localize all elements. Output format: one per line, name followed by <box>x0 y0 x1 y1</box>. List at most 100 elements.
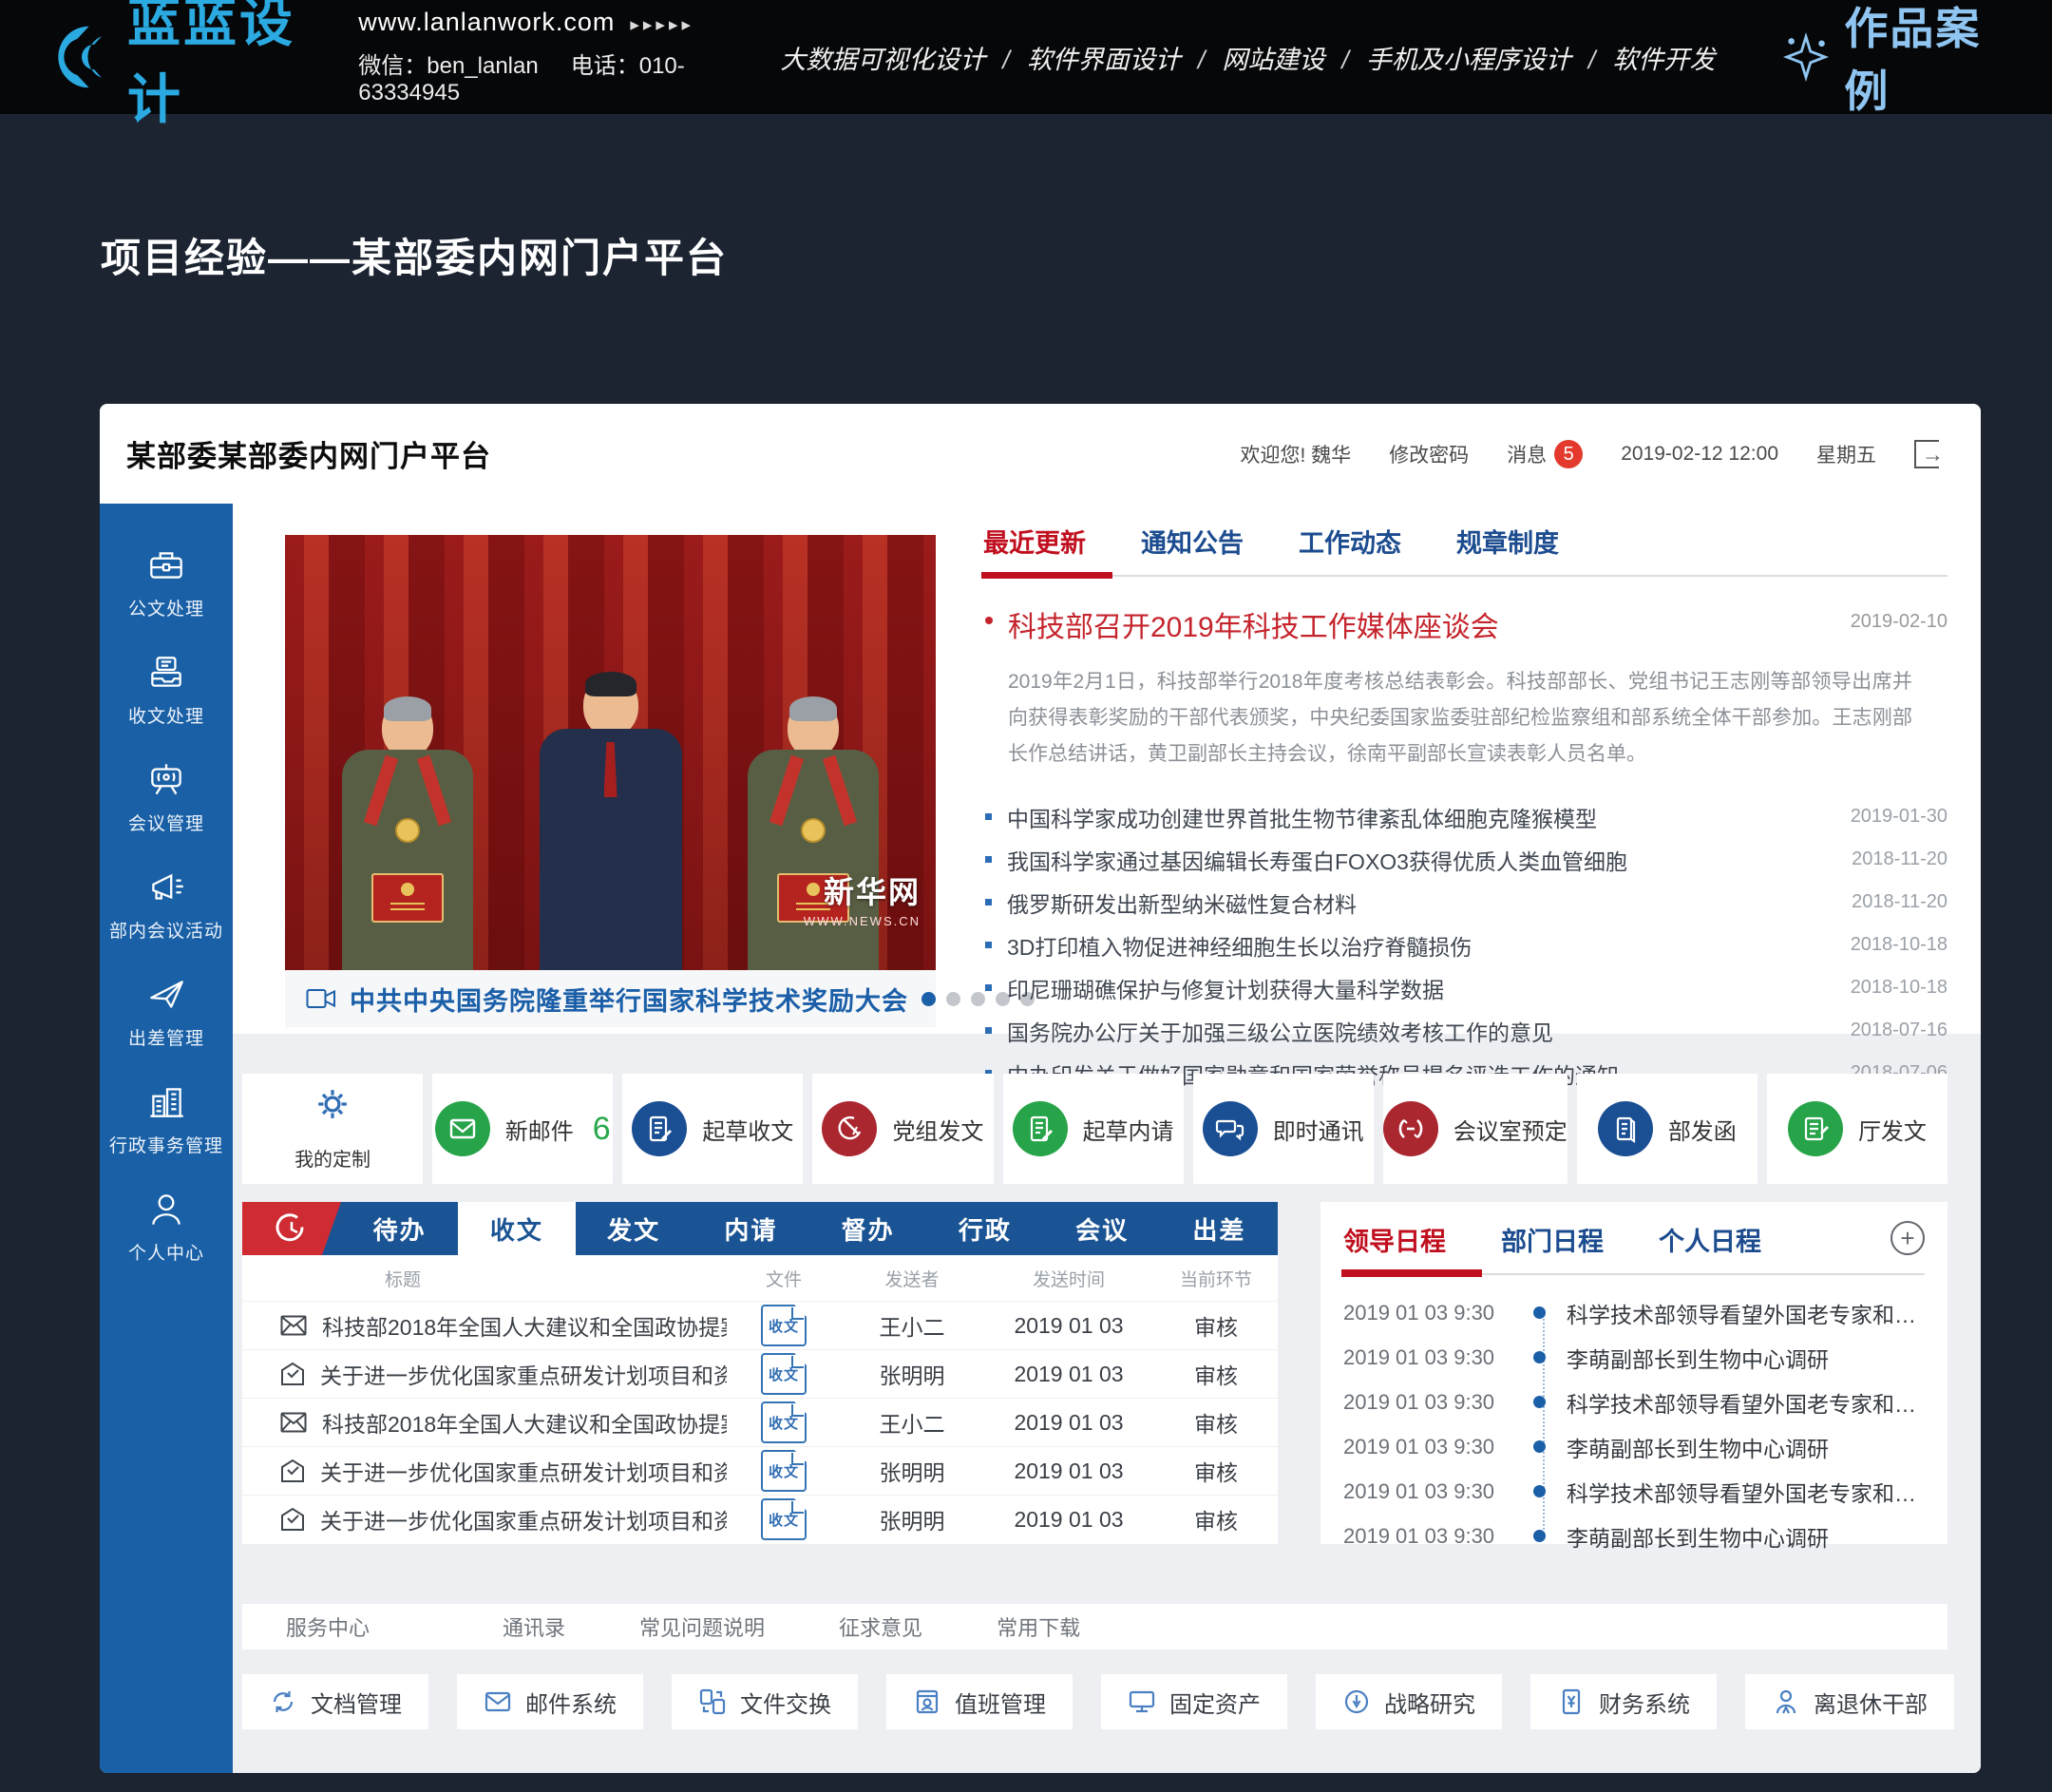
app-finance-system[interactable]: 财务系统 <box>1530 1674 1717 1729</box>
mail-open-icon <box>280 1458 305 1483</box>
site-nav-item[interactable]: 大数据可视化设计 <box>780 39 1027 76</box>
news-item-date: 2019-01-30 <box>1851 806 1948 828</box>
schedule-item[interactable]: 2019 01 03 9:30 李萌副部长到生物中心调研 <box>1343 1335 1925 1380</box>
messages-link[interactable]: 消息5 <box>1507 440 1583 468</box>
tab-personal-schedule[interactable]: 个人日程 <box>1659 1221 1761 1273</box>
news-item-title[interactable]: 国务院办公厅关于加强三级公立医院绩效考核工作的意见 <box>1007 1015 1832 1047</box>
featured-article: 科技部召开2019年科技工作媒体座谈会 2019-02-10 <box>983 603 1948 645</box>
news-item-title[interactable]: 我国科学家通过基因编辑长寿蛋白FOXO3获得优质人类血管细胞 <box>1007 844 1833 876</box>
shortcut-draft-internal[interactable]: 起草内请 <box>1003 1074 1184 1184</box>
site-nav-item[interactable]: 网站建设 <box>1222 39 1366 76</box>
tab-work-trends[interactable]: 工作动态 <box>1299 523 1401 575</box>
todo-table-row[interactable]: 科技部2018年全国人大建议和全国政协提案办理情况 收文 王小二 2019 01… <box>242 1301 1278 1349</box>
carousel-caption[interactable]: 中共中央国务院隆重举行国家科学技术奖励大会 <box>350 981 908 1018</box>
shortcut-meeting-room-booking[interactable]: 会议室预定 <box>1383 1074 1568 1184</box>
app-fixed-assets[interactable]: 固定资产 <box>1101 1674 1287 1729</box>
schedule-item[interactable]: 2019 01 03 9:30 李萌副部长到生物中心调研 <box>1343 1514 1925 1558</box>
site-nav-item[interactable]: 手机及小程序设计 <box>1366 39 1613 76</box>
logout-icon[interactable] <box>1914 440 1939 468</box>
todo-tab-pending[interactable]: 待办 <box>341 1202 458 1255</box>
tab-department-schedule[interactable]: 部门日程 <box>1501 1221 1604 1273</box>
app-retired-cadres[interactable]: 离退休干部 <box>1745 1674 1954 1729</box>
carousel-dot[interactable] <box>946 992 960 1006</box>
todo-tab-meeting[interactable]: 会议 <box>1044 1202 1161 1255</box>
app-file-exchange[interactable]: 文件交换 <box>672 1674 858 1729</box>
carousel-photo-award-ceremony[interactable]: 新华网 WWW.NEWS.CN <box>285 535 936 970</box>
add-schedule-icon[interactable]: + <box>1890 1221 1925 1255</box>
schedule-item-time: 2019 01 03 9:30 <box>1343 1524 1533 1549</box>
service-link[interactable]: 通讯录 <box>503 1611 565 1642</box>
todo-tab-incoming[interactable]: 收文 <box>458 1202 575 1255</box>
app-document-mgmt[interactable]: 文档管理 <box>242 1674 428 1729</box>
tab-recent-updates[interactable]: 最近更新 <box>983 523 1086 575</box>
todo-tab-supervise[interactable]: 督办 <box>809 1202 926 1255</box>
featured-title[interactable]: 科技部召开2019年科技工作媒体座谈会 <box>1008 603 1851 645</box>
schedule-item-text[interactable]: 李萌副部长到生物中心调研 <box>1567 1520 1829 1553</box>
app-duty-mgmt[interactable]: 值班管理 <box>886 1674 1073 1729</box>
news-list-item[interactable]: 3D打印植入物促进神经细胞生长以治疗脊髓损伤 2018-10-18 <box>983 924 1948 966</box>
news-item-title[interactable]: 中国科学家成功创建世界首批生物节律紊乱体细胞克隆猴模型 <box>1007 801 1832 833</box>
news-item-date: 2018-07-16 <box>1851 1020 1948 1041</box>
service-link[interactable]: 服务中心 <box>286 1611 370 1642</box>
schedule-item[interactable]: 2019 01 03 9:30 科学技术部领导看望外国老专家和外国老专家家属 <box>1343 1469 1925 1514</box>
todo-tab-outgoing[interactable]: 发文 <box>576 1202 693 1255</box>
change-password-link[interactable]: 修改密码 <box>1389 440 1469 468</box>
sidebar-item-admin-affairs[interactable]: 行政事务管理 <box>109 1080 223 1157</box>
carousel-dot[interactable] <box>922 992 936 1006</box>
todo-tab-internal[interactable]: 内请 <box>693 1202 809 1255</box>
service-link[interactable]: 常用下载 <box>997 1611 1080 1642</box>
sidebar-item-incoming-docs[interactable]: 收文处理 <box>128 651 204 728</box>
photo-figure-center <box>540 674 682 970</box>
shortcut-my-customization[interactable]: 我的定制 <box>242 1074 423 1184</box>
site-nav-item[interactable]: 软件开发 <box>1612 39 1715 76</box>
news-item-title[interactable]: 3D打印植入物促进神经细胞生长以治疗脊髓损伤 <box>1007 929 1832 962</box>
logo[interactable]: 蓝蓝设计 <box>46 0 326 134</box>
schedule-item-text[interactable]: 李萌副部长到生物中心调研 <box>1567 1342 1829 1374</box>
news-list-item[interactable]: 我国科学家通过基因编辑长寿蛋白FOXO3获得优质人类血管细胞 2018-11-2… <box>983 838 1948 881</box>
news-list-item[interactable]: 国务院办公厅关于加强三级公立医院绩效考核工作的意见 2018-07-16 <box>983 1009 1948 1052</box>
site-nav-item[interactable]: 软件界面设计 <box>1027 39 1223 76</box>
news-list-item[interactable]: 印尼珊瑚礁保护与修复计划获得大量科学数据 2018-10-18 <box>983 966 1948 1009</box>
shortcut-new-mail[interactable]: 新邮件 6 <box>432 1074 613 1184</box>
todo-table-row[interactable]: 关于进一步优化国家重点研发计划项目和资金管理的通知 收文 张明明 2019 01… <box>242 1349 1278 1398</box>
todo-table-row[interactable]: 关于进一步优化国家重点研发计划项目和资金管理的通知 收文 张明明 2019 01… <box>242 1495 1278 1543</box>
news-list-item[interactable]: 中国科学家成功创建世界首批生物节律紊乱体细胞克隆猴模型 2019-01-30 <box>983 795 1948 838</box>
schedule-item[interactable]: 2019 01 03 9:30 科学技术部领导看望外国老专家和外国老专家家属 <box>1343 1290 1925 1335</box>
schedule-item-text[interactable]: 科学技术部领导看望外国老专家和外国老专家家属 <box>1567 1476 1925 1508</box>
schedule-item[interactable]: 2019 01 03 9:30 科学技术部领导看望外国老专家和外国老专家家属 <box>1343 1380 1925 1424</box>
sidebar-item-internal-meetings[interactable]: 部内会议活动 <box>109 866 223 943</box>
shortcut-draft-incoming[interactable]: 起草收文 <box>622 1074 803 1184</box>
tab-leader-schedule[interactable]: 领导日程 <box>1343 1221 1446 1273</box>
doc-pen-icon <box>1788 1101 1843 1156</box>
tab-rules[interactable]: 规章制度 <box>1456 523 1559 575</box>
building-icon <box>144 1080 188 1124</box>
news-list-item[interactable]: 俄罗斯研发出新型纳米磁性复合材料 2018-11-20 <box>983 881 1948 924</box>
news-item-title[interactable]: 俄罗斯研发出新型纳米磁性复合材料 <box>1007 886 1833 919</box>
todo-table-row[interactable]: 关于进一步优化国家重点研发计划项目和资金管理的通知 收文 张明明 2019 01… <box>242 1446 1278 1495</box>
site-url[interactable]: www.lanlanwork.com <box>358 8 615 36</box>
todo-tab-trip[interactable]: 出差 <box>1161 1202 1278 1255</box>
sidebar-item-business-trip[interactable]: 出差管理 <box>128 973 204 1050</box>
service-link[interactable]: 常见问题说明 <box>639 1611 765 1642</box>
schedule-item-text[interactable]: 科学技术部领导看望外国老专家和外国老专家家属 <box>1567 1386 1925 1419</box>
incoming-doc-badge: 收文 <box>761 1353 807 1395</box>
shortcut-party-docs[interactable]: 党组发文 <box>812 1074 993 1184</box>
todo-tab-admin[interactable]: 行政 <box>926 1202 1043 1255</box>
sidebar-item-personal-center[interactable]: 个人中心 <box>128 1188 204 1265</box>
shortcut-instant-messaging[interactable]: 即时通讯 <box>1193 1074 1374 1184</box>
schedule-item-text[interactable]: 科学技术部领导看望外国老专家和外国老专家家属 <box>1567 1297 1925 1329</box>
sidebar-item-document-processing[interactable]: 公文处理 <box>128 543 204 620</box>
featured-summary: 2019年2月1日，科技部举行2018年度考核总结表彰会。科技部部长、党组书记王… <box>1008 664 1912 772</box>
app-mail-system[interactable]: 邮件系统 <box>457 1674 643 1729</box>
schedule-item[interactable]: 2019 01 03 9:30 李萌副部长到生物中心调研 <box>1343 1424 1925 1469</box>
app-strategy-research[interactable]: 战略研究 <box>1316 1674 1502 1729</box>
news-item-title[interactable]: 印尼珊瑚礁保护与修复计划获得大量科学数据 <box>1007 972 1832 1004</box>
portfolio-link[interactable]: 作品案例 <box>1781 0 2006 120</box>
shortcut-office-docs[interactable]: 厅发文 <box>1767 1074 1948 1184</box>
sidebar-item-meeting-mgmt[interactable]: 会议管理 <box>128 758 204 835</box>
service-link[interactable]: 征求意见 <box>839 1611 922 1642</box>
tab-notices[interactable]: 通知公告 <box>1141 523 1244 575</box>
todo-table-row[interactable]: 科技部2018年全国人大建议和全国政协提案办理情况 收文 王小二 2019 01… <box>242 1398 1278 1446</box>
schedule-item-text[interactable]: 李萌副部长到生物中心调研 <box>1567 1431 1829 1463</box>
shortcut-ministry-letters[interactable]: 部发函 <box>1577 1074 1758 1184</box>
